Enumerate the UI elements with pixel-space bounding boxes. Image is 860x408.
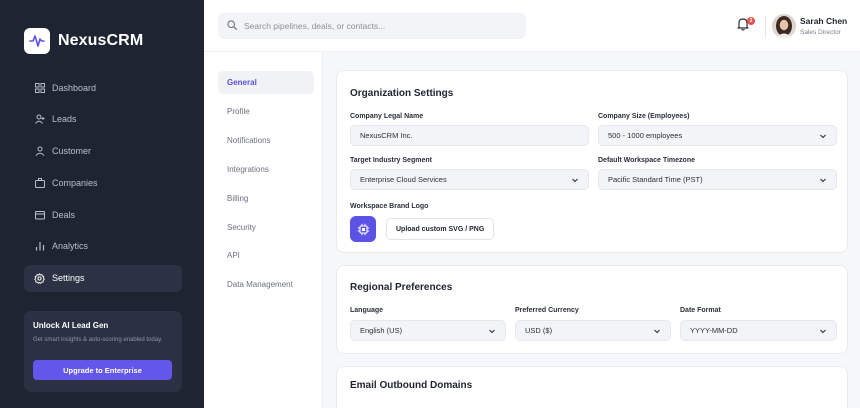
tab-profile[interactable]: Profile — [218, 100, 314, 123]
promo-description: Get smart insights & auto-scoring enable… — [33, 337, 163, 343]
sidebar-item-label: Dashboard — [52, 82, 97, 93]
user-plus-icon — [34, 114, 45, 125]
card-title: Organization Settings — [350, 88, 454, 99]
search-icon — [227, 17, 237, 35]
currency-label: Preferred Currency — [515, 307, 579, 314]
search-bar[interactable] — [218, 13, 526, 39]
chip-icon — [350, 216, 376, 242]
currency-value: USD ($) — [525, 326, 553, 335]
sidebar-item-customer[interactable]: Customer — [24, 138, 182, 165]
date-format-label: Date Format — [680, 307, 721, 314]
upload-logo-button[interactable]: Upload custom SVG / PNG — [386, 218, 495, 240]
user-role: Sales Director — [800, 29, 841, 36]
company-size-select[interactable]: 500 - 1000 employees — [598, 125, 837, 146]
sidebar-item-settings[interactable]: Settings — [24, 264, 182, 292]
date-format-select[interactable]: YYYY-MM-DD — [680, 320, 837, 341]
chevron-down-icon — [819, 176, 827, 184]
sidebar-item-label: Companies — [52, 177, 98, 188]
chevron-down-icon — [653, 327, 661, 335]
regional-preferences-card: Regional Preferences Language English (U… — [336, 265, 848, 354]
bar-chart-icon — [34, 241, 45, 252]
pulse-logo-icon — [24, 28, 50, 54]
sidebar-item-label: Settings — [52, 273, 85, 284]
sidebar-nav: Dashboard Leads Customer Companies Deals… — [24, 74, 182, 297]
user-icon — [34, 146, 45, 157]
industry-value: Enterprise Cloud Services — [360, 175, 447, 184]
legal-name-value: NexusCRM Inc. — [360, 131, 413, 140]
tab-notifications[interactable]: Notifications — [218, 129, 314, 152]
tab-api[interactable]: API — [218, 244, 314, 267]
company-size-value: 500 - 1000 employees — [608, 131, 683, 140]
brand-logo-label: Workspace Brand Logo — [350, 203, 429, 210]
legal-name-label: Company Legal Name — [350, 113, 424, 120]
settings-nav: General Profile Notifications Integratio… — [204, 52, 323, 408]
search-input[interactable] — [244, 21, 514, 31]
sidebar-item-analytics[interactable]: Analytics — [24, 233, 182, 260]
tab-security[interactable]: Security — [218, 216, 314, 239]
wallet-icon — [34, 209, 45, 220]
user-name: Sarah Chen — [800, 16, 848, 26]
language-label: Language — [350, 307, 384, 314]
timezone-label: Default Workspace Timezone — [598, 157, 695, 164]
chevron-down-icon — [819, 132, 827, 140]
chevron-down-icon — [488, 327, 496, 335]
card-title: Email Outbound Domains — [350, 380, 473, 391]
language-select[interactable]: English (US) — [350, 320, 506, 341]
upgrade-button[interactable]: Upgrade to Enterprise — [33, 360, 172, 380]
sidebar-item-dashboard[interactable]: Dashboard — [24, 74, 182, 101]
divider — [765, 16, 766, 38]
sidebar-item-deals[interactable]: Deals — [24, 201, 182, 228]
gear-icon — [34, 273, 45, 284]
notification-badge: 2 — [747, 17, 755, 25]
card-title: Regional Preferences — [350, 282, 453, 293]
sidebar-item-companies[interactable]: Companies — [24, 169, 182, 196]
email-domains-card: Email Outbound Domains — [336, 366, 848, 408]
language-value: English (US) — [360, 326, 403, 335]
topbar: 2 Sarah Chen Sales Director — [204, 0, 860, 52]
legal-name-field[interactable]: NexusCRM Inc. — [350, 125, 589, 146]
tab-general[interactable]: General — [218, 71, 314, 94]
sidebar-item-label: Deals — [52, 209, 76, 220]
briefcase-icon — [34, 177, 45, 188]
sidebar: NexusCRM Dashboard Leads Customer Compan… — [0, 0, 204, 408]
sidebar-item-label: Analytics — [52, 241, 89, 252]
tab-billing[interactable]: Billing — [218, 187, 314, 210]
industry-select[interactable]: Enterprise Cloud Services — [350, 169, 589, 190]
timezone-value: Pacific Standard Time (PST) — [608, 175, 703, 184]
avatar[interactable] — [772, 14, 796, 38]
tab-data-management[interactable]: Data Management — [218, 273, 314, 296]
tab-integrations[interactable]: Integrations — [218, 158, 314, 181]
sidebar-item-label: Customer — [52, 146, 92, 157]
grid-icon — [34, 82, 45, 93]
industry-label: Target Industry Segment — [350, 157, 432, 164]
date-format-value: YYYY-MM-DD — [690, 326, 738, 335]
upgrade-promo-card: Unlock AI Lead Gen Get smart insights & … — [24, 311, 182, 392]
currency-select[interactable]: USD ($) — [515, 320, 671, 341]
promo-title: Unlock AI Lead Gen — [33, 321, 109, 330]
sidebar-item-label: Leads — [52, 114, 77, 125]
brand-name: NexusCRM — [58, 32, 144, 49]
company-size-label: Company Size (Employees) — [598, 113, 690, 120]
chevron-down-icon — [571, 176, 579, 184]
organization-settings-card: Organization Settings Company Legal Name… — [336, 70, 848, 253]
brand[interactable]: NexusCRM — [24, 28, 143, 54]
timezone-select[interactable]: Pacific Standard Time (PST) — [598, 169, 837, 190]
sidebar-item-leads[interactable]: Leads — [24, 106, 182, 133]
chevron-down-icon — [819, 327, 827, 335]
